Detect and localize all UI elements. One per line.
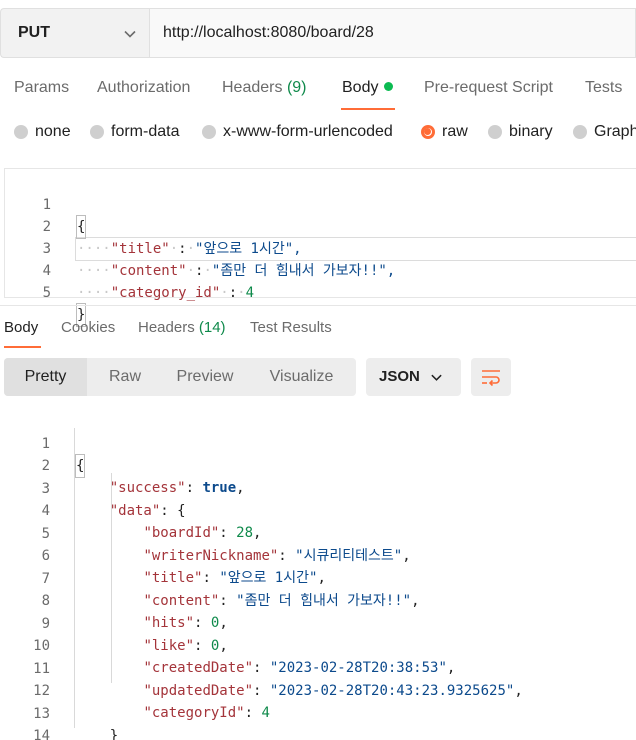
headers-count: (14) <box>198 319 226 336</box>
code-line: 4 ····"category_id"·:·4 <box>5 238 636 301</box>
view-preview-button[interactable]: Preview <box>163 358 247 396</box>
tab-label: Pre-request Script <box>424 79 553 96</box>
code-line: 9 "like": 0, <box>4 591 636 654</box>
radio-binary[interactable]: binary <box>488 123 553 141</box>
tab-label: Params <box>14 79 70 96</box>
code-line: 1 { <box>5 172 636 239</box>
code-line: 5 "writerNickname": "시큐리티테스트", <box>4 501 636 564</box>
code-line: 7 "content": "좀만 더 힘내서 가보자!!", <box>4 546 636 609</box>
code-line: 2 "success": true, <box>4 433 636 496</box>
tab-label: Headers <box>222 79 283 96</box>
radio-circle <box>14 125 28 139</box>
wrap-lines-icon <box>482 370 500 387</box>
json-value: 4 <box>245 285 255 301</box>
tab-pre-request-script[interactable]: Pre-request Script <box>424 79 553 97</box>
view-visualize-button[interactable]: Visualize <box>247 358 356 396</box>
code-line: 2 ····"title"·:·"앞으로 1시간", <box>5 194 636 257</box>
request-tabs: Params Authorization Headers (9) Body Pr… <box>0 70 636 110</box>
json-key: "category_id" <box>110 285 221 301</box>
chevron-down-icon <box>431 374 442 381</box>
chevron-down-icon <box>124 30 136 38</box>
format-select[interactable]: JSON <box>366 358 461 396</box>
code-line: 12 "categoryId": 4 <box>4 658 636 721</box>
view-pretty-button[interactable]: Pretty <box>4 358 87 396</box>
tab-test-results[interactable]: Test Results <box>250 319 332 336</box>
tab-params[interactable]: Params <box>14 79 69 97</box>
active-tab-indicator <box>341 108 395 110</box>
radio-graphql[interactable]: Graph <box>573 123 636 141</box>
radio-raw[interactable]: raw <box>421 123 468 141</box>
code-line: 11 "updatedDate": "2023-02-28T20:43:23.9… <box>4 636 636 699</box>
radio-circle-selected <box>421 125 435 139</box>
radio-x-www-form-urlencoded[interactable]: x-www-form-urlencoded <box>202 123 393 141</box>
method-select[interactable]: PUT <box>0 8 149 58</box>
radio-circle <box>488 125 502 139</box>
tab-label: Tests <box>585 79 623 96</box>
format-label: JSON <box>379 368 420 385</box>
active-tab-indicator <box>4 346 41 348</box>
tab-label: Test Results <box>250 319 332 336</box>
radio-circle <box>202 125 216 139</box>
radio-label: x-www-form-urlencoded <box>223 123 393 140</box>
tab-response-headers[interactable]: Headers (14) <box>138 319 226 336</box>
request-url-bar: PUT http://localhost:8080/board/28 <box>0 8 636 58</box>
indent-dots: ···· <box>77 285 111 301</box>
code-line: 6 "title": "앞으로 1시간", <box>4 523 636 586</box>
pane-divider[interactable] <box>0 305 636 306</box>
line-number: 14 <box>33 728 50 740</box>
tab-tests[interactable]: Tests <box>585 79 622 97</box>
radio-label: form-data <box>111 123 180 140</box>
tab-label: Cookies <box>61 319 116 336</box>
radio-label: none <box>35 123 71 140</box>
radio-circle <box>90 125 104 139</box>
tab-authorization[interactable]: Authorization <box>97 79 190 97</box>
tab-cookies[interactable]: Cookies <box>61 319 115 336</box>
response-body-viewer[interactable]: 1 { 2 "success": true, 3 "data": { 4 "bo… <box>4 410 636 740</box>
line-number: 5 <box>42 285 51 301</box>
radio-none[interactable]: none <box>14 123 71 141</box>
tab-response-body[interactable]: Body <box>4 319 38 336</box>
code-line: 14 } <box>4 703 636 740</box>
method-label: PUT <box>18 24 50 41</box>
headers-count: (9) <box>286 79 307 96</box>
code-line: 13 } <box>4 681 636 740</box>
radio-circle <box>573 125 587 139</box>
radio-label: Graph <box>594 123 636 140</box>
code-line: 5 } <box>5 260 636 327</box>
code-line: 4 "boardId": 28, <box>4 478 636 541</box>
wrap-lines-button[interactable] <box>471 358 511 396</box>
radio-form-data[interactable]: form-data <box>90 123 179 141</box>
code-line: 3 "data": { <box>4 456 636 519</box>
body-status-dot <box>384 82 394 91</box>
radio-label: binary <box>509 123 553 140</box>
tab-label: Body <box>4 319 39 336</box>
tab-label: Body <box>342 79 379 96</box>
code-line: 1 { <box>4 411 636 478</box>
radio-label: raw <box>442 123 468 140</box>
view-mode-group: Pretty Raw Preview Visualize <box>4 358 356 396</box>
code-line: 8 "hits": 0, <box>4 568 636 631</box>
tab-label: Headers <box>138 319 195 336</box>
code-line: 3 ····"content"·:·"좀만 더 힘내서 가보자!!", <box>5 216 636 279</box>
response-tabs: Body Cookies Headers (14) Test Results <box>0 312 636 348</box>
tab-headers[interactable]: Headers (9) <box>222 79 307 97</box>
url-text: http://localhost:8080/board/28 <box>163 24 374 41</box>
url-input[interactable]: http://localhost:8080/board/28 <box>149 8 636 58</box>
close-brace: } <box>109 728 119 740</box>
tab-body[interactable]: Body <box>342 79 394 97</box>
request-body-editor[interactable]: 1 { 2 ····"title"·:·"앞으로 1시간", 3 ····"co… <box>4 168 636 327</box>
tab-label: Authorization <box>97 79 191 96</box>
view-raw-button[interactable]: Raw <box>87 358 163 396</box>
code-line: 10 "createdDate": "2023-02-28T20:38:53", <box>4 613 636 676</box>
body-type-options: none form-data x-www-form-urlencoded raw… <box>0 120 636 148</box>
